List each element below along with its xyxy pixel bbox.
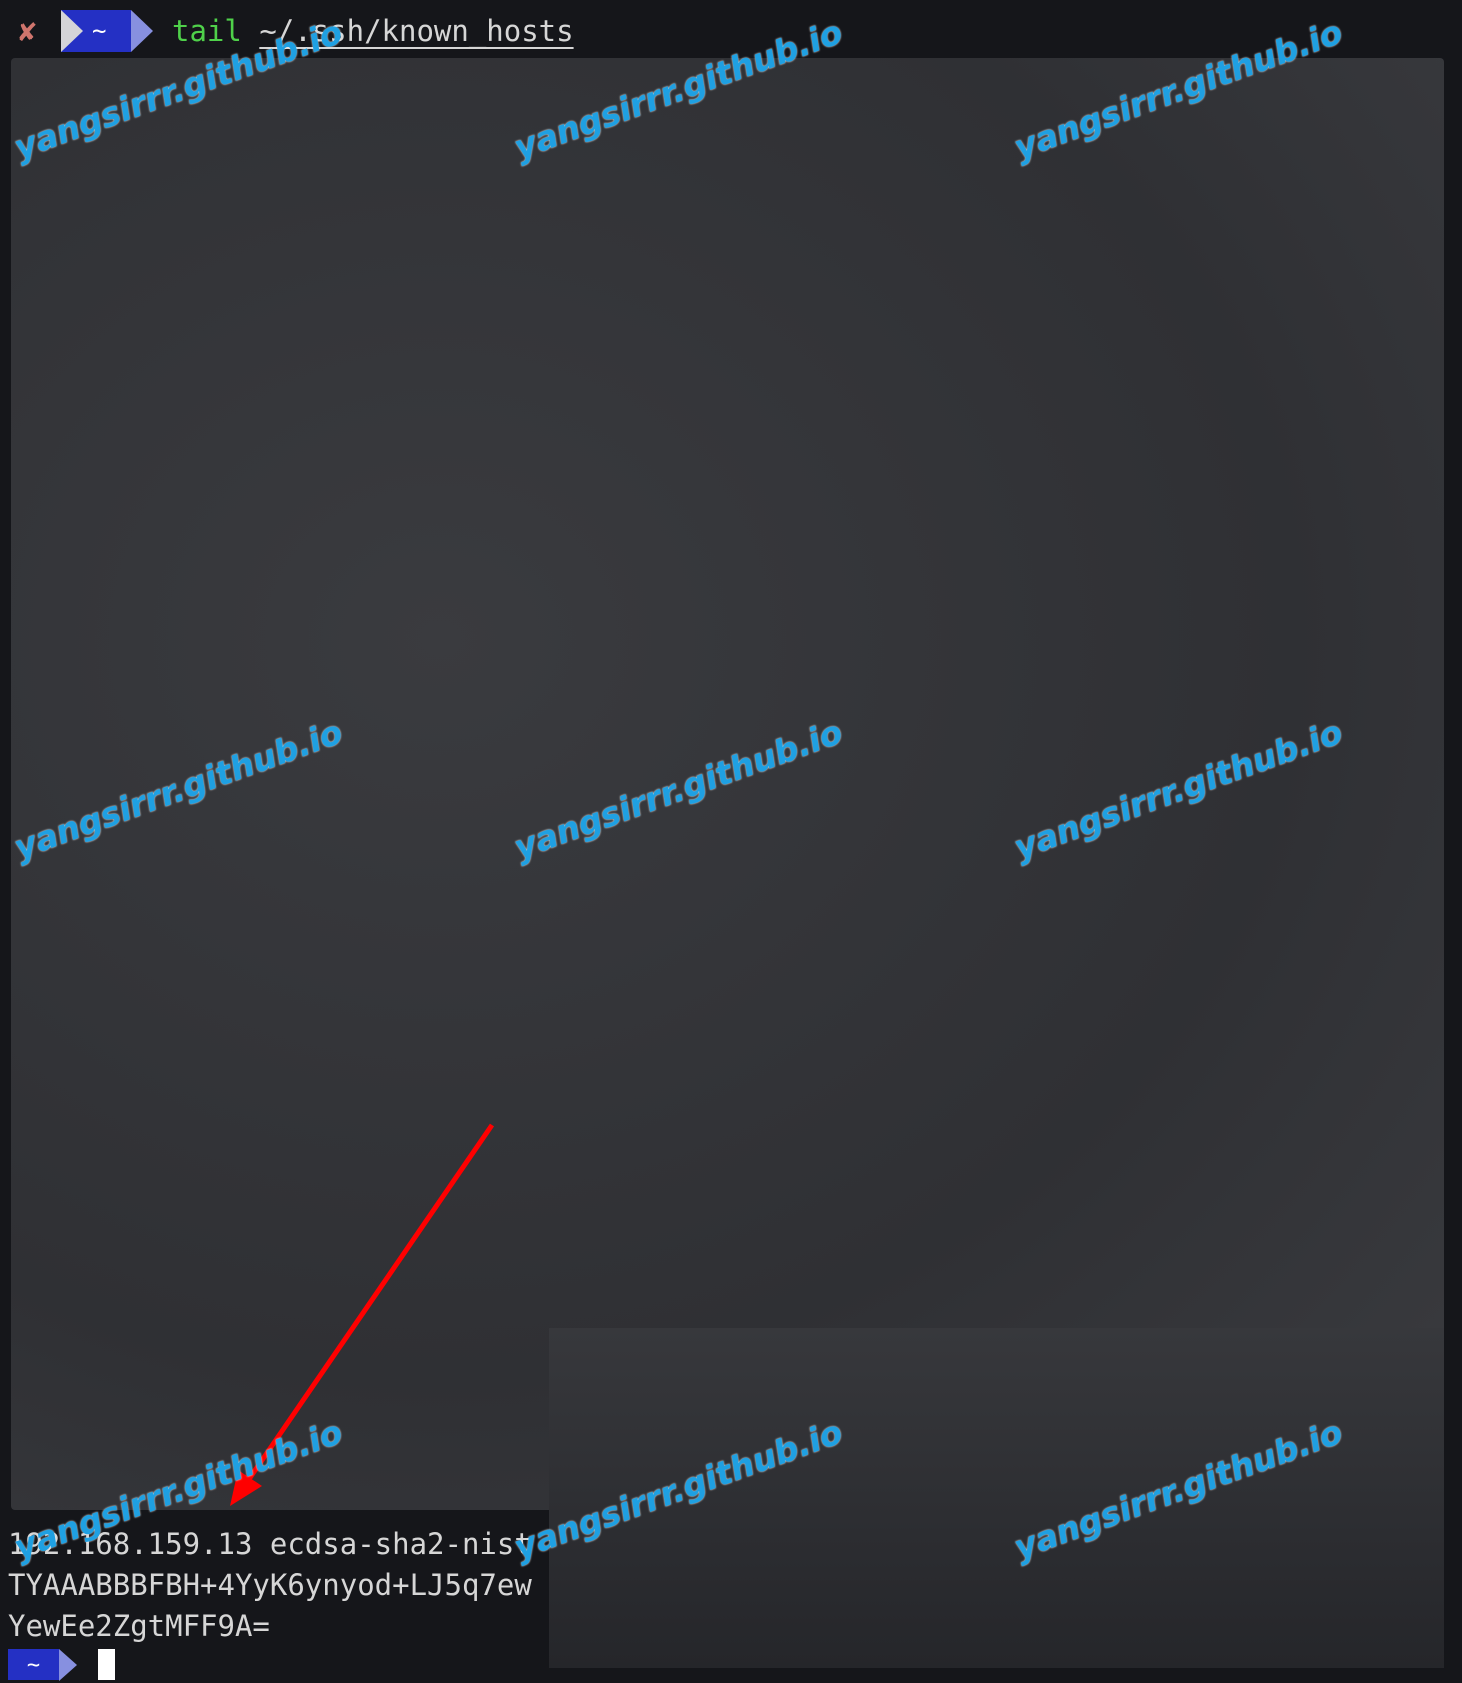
annotation-arrow-icon xyxy=(230,1123,495,1506)
